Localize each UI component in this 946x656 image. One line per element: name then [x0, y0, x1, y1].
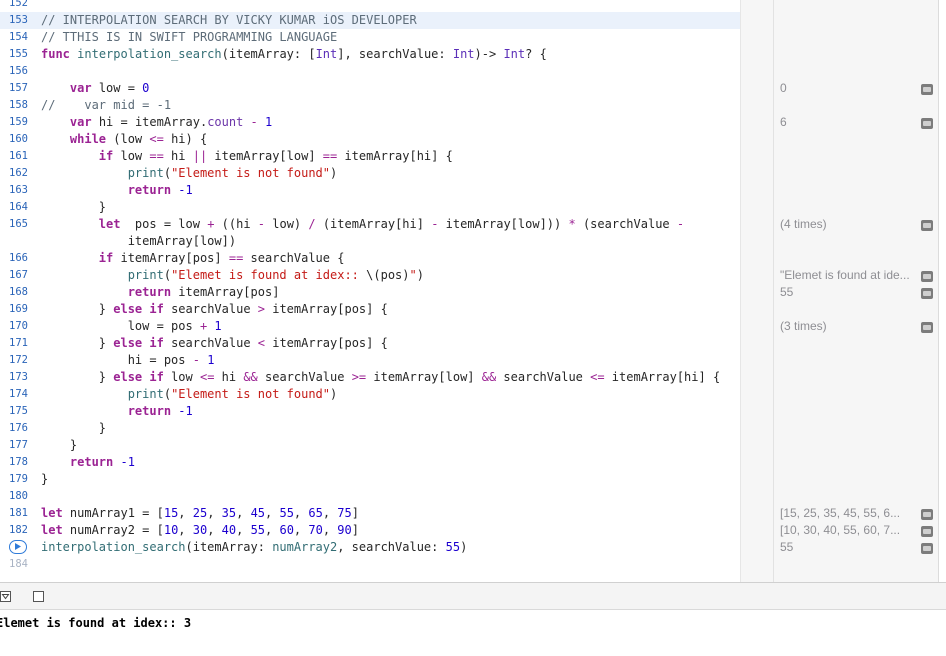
code-line[interactable]: print("Element is not found"): [41, 386, 338, 403]
code-line[interactable]: }: [41, 420, 106, 437]
line-number: 162: [9, 167, 28, 179]
quick-look-icon[interactable]: [921, 271, 933, 282]
line-number-gutter: 152 153 154 155 156 157 158 159 160 161 162 163 164 1…: [0, 0, 32, 582]
code-line[interactable]: print("Elemet is found at idex:: \(pos)"…: [41, 267, 424, 284]
result-value: 0: [780, 81, 787, 95]
code-line[interactable]: func interpolation_search(itemArray: [In…: [41, 46, 547, 63]
quick-look-icon[interactable]: [921, 543, 933, 554]
line-number: 161: [9, 150, 28, 162]
playground-results-sidebar: 0 6 (4 times) "Elemet is found at ide... 55 (…: [773, 0, 939, 582]
code-line[interactable]: let pos = low + ((hi - low) / (itemArray…: [41, 216, 684, 233]
line-number: 163: [9, 184, 28, 196]
code-line[interactable]: while (low <= hi) {: [41, 131, 207, 148]
code-line[interactable]: }: [41, 199, 106, 216]
code-line[interactable]: }: [41, 437, 77, 454]
code-line[interactable]: // TTHIS IS IN SWIFT PROGRAMMING LANGUAG…: [41, 29, 337, 46]
code-line[interactable]: hi = pos - 1: [41, 352, 215, 369]
code-line[interactable]: }: [41, 471, 48, 488]
line-number: 165: [9, 218, 28, 230]
code-line[interactable]: var hi = itemArray.count - 1: [41, 114, 272, 131]
line-number: 167: [9, 269, 28, 281]
line-number: 175: [9, 405, 28, 417]
line-number: 154: [9, 31, 28, 43]
line-number: 173: [9, 371, 28, 383]
code-line[interactable]: print("Element is not found"): [41, 165, 338, 182]
line-number: 172: [9, 354, 28, 366]
line-number: 182: [9, 524, 28, 536]
console-output: Elemet is found at idex:: 3: [0, 616, 192, 630]
line-number: 180: [9, 490, 28, 502]
line-number: 177: [9, 439, 28, 451]
console-toggle-icon[interactable]: [33, 591, 44, 602]
hide-debug-area-icon[interactable]: [0, 591, 11, 602]
result-value: 6: [780, 115, 787, 129]
result-value: (3 times): [780, 319, 827, 333]
code-line[interactable]: return -1: [41, 182, 193, 199]
result-value: [15, 25, 35, 45, 55, 6...: [780, 506, 901, 520]
code-line[interactable]: if low == hi || itemArray[low] == itemAr…: [41, 148, 453, 165]
console-area[interactable]: Elemet is found at idex:: 3: [0, 610, 946, 656]
quick-look-icon[interactable]: [921, 509, 933, 520]
line-number: 159: [9, 116, 28, 128]
line-number: 184: [9, 558, 28, 570]
result-value: [10, 30, 40, 55, 60, 7...: [780, 523, 901, 537]
line-number: 153: [9, 14, 28, 26]
line-number: 168: [9, 286, 28, 298]
line-number: 174: [9, 388, 28, 400]
run-line-button[interactable]: [9, 540, 27, 554]
inspector-edge: [938, 0, 946, 582]
line-number: 170: [9, 320, 28, 332]
line-number: 169: [9, 303, 28, 315]
result-value: "Elemet is found at ide...: [780, 268, 910, 282]
code-editor[interactable]: 152 153 154 155 156 157 158 159 160 161 162 163 164 1…: [0, 0, 740, 582]
line-number: 171: [9, 337, 28, 349]
quick-look-icon[interactable]: [921, 84, 933, 95]
quick-look-icon[interactable]: [921, 526, 933, 537]
line-number: 176: [9, 422, 28, 434]
code-line[interactable]: } else if low <= hi && searchValue >= it…: [41, 369, 720, 386]
line-number: 164: [9, 201, 28, 213]
code-line[interactable]: itemArray[low]): [41, 233, 236, 250]
line-number: 155: [9, 48, 28, 60]
result-value: 55: [780, 285, 794, 299]
code-line[interactable]: return -1: [41, 454, 135, 471]
line-number: 156: [9, 65, 28, 77]
quick-look-icon[interactable]: [921, 220, 933, 231]
quick-look-icon[interactable]: [921, 322, 933, 333]
debug-area-toolbar: [0, 582, 946, 610]
line-number: 152: [9, 0, 28, 9]
line-number: 181: [9, 507, 28, 519]
line-number: 179: [9, 473, 28, 485]
code-line[interactable]: low = pos + 1: [41, 318, 222, 335]
line-number: 166: [9, 252, 28, 264]
code-line[interactable]: let numArray1 = [15, 25, 35, 45, 55, 65,…: [41, 505, 359, 522]
result-value: (4 times): [780, 217, 827, 231]
code-line[interactable]: } else if searchValue > itemArray[pos] {: [41, 301, 388, 318]
line-number: 160: [9, 133, 28, 145]
line-number: 178: [9, 456, 28, 468]
code-line[interactable]: return -1: [41, 403, 193, 420]
line-number: 158: [9, 99, 28, 111]
editor-margin: [740, 0, 774, 582]
code-line[interactable]: return itemArray[pos]: [41, 284, 280, 301]
code-line[interactable]: if itemArray[pos] == searchValue {: [41, 250, 345, 267]
line-number: 157: [9, 82, 28, 94]
quick-look-icon[interactable]: [921, 118, 933, 129]
code-line[interactable]: // var mid = -1: [41, 97, 171, 114]
code-line[interactable]: } else if searchValue < itemArray[pos] {: [41, 335, 388, 352]
code-line[interactable]: interpolation_search(itemArray: numArray…: [41, 539, 467, 556]
result-value: 55: [780, 540, 794, 554]
code-line[interactable]: var low = 0: [41, 80, 150, 97]
code-line[interactable]: // INTERPOLATION SEARCH BY VICKY KUMAR i…: [41, 12, 417, 29]
quick-look-icon[interactable]: [921, 288, 933, 299]
code-line[interactable]: let numArray2 = [10, 30, 40, 55, 60, 70,…: [41, 522, 359, 539]
